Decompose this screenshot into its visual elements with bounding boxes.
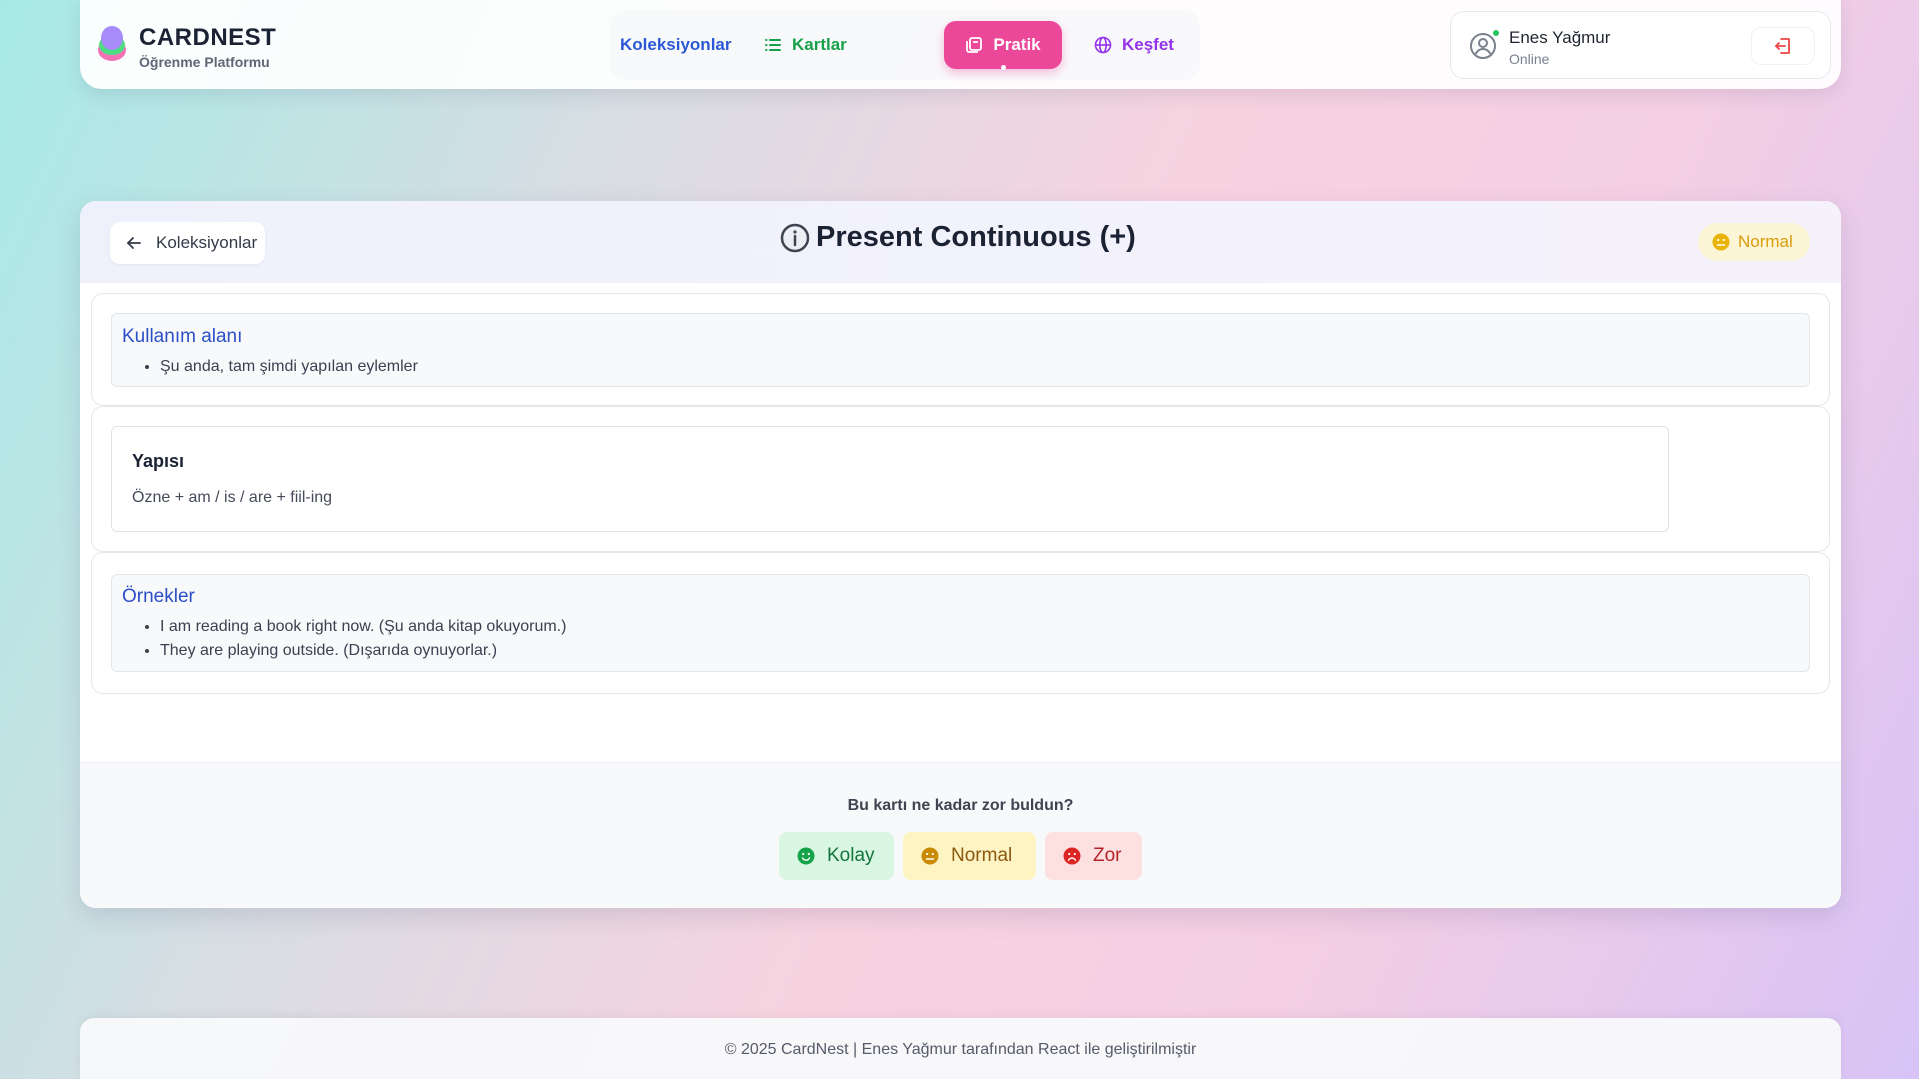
usage-heading: Kullanım alanı bbox=[122, 326, 243, 347]
logout-button[interactable] bbox=[1751, 27, 1815, 65]
difficulty-badge: Normal bbox=[1698, 223, 1810, 261]
top-header: CARDNEST Öğrenme Platformu Koleksiyonlar… bbox=[80, 0, 1841, 89]
difficulty-badge-label: Normal bbox=[1738, 232, 1793, 251]
rating-area: Bu kartı ne kadar zor buldun? Kolay Norm… bbox=[80, 762, 1841, 908]
logout-icon bbox=[1775, 38, 1790, 54]
examples-list: I am reading a book right now. (Şu anda … bbox=[160, 615, 566, 663]
brand-subtitle: Öğrenme Platformu bbox=[139, 54, 270, 70]
arrow-left-icon bbox=[127, 237, 141, 249]
user-status: Online bbox=[1509, 51, 1550, 67]
usage-section: Kullanım alanı Şu anda, tam şimdi yapıla… bbox=[91, 293, 1830, 406]
list-item: Şu anda, tam şimdi yapılan eylemler bbox=[160, 355, 418, 379]
footer-text: © 2025 CardNest | Enes Yağmur tarafından… bbox=[724, 1041, 1197, 1058]
nav-practice-label: Pratik bbox=[993, 35, 1041, 54]
nav-collections-label: Koleksiyonlar bbox=[620, 35, 732, 54]
online-indicator bbox=[1491, 28, 1501, 38]
list-item: I am reading a book right now. (Şu anda … bbox=[160, 615, 566, 639]
frown-icon bbox=[1063, 847, 1081, 865]
nav-practice[interactable]: Pratik bbox=[944, 21, 1062, 70]
examples-section: Örnekler I am reading a book right now. … bbox=[91, 552, 1830, 694]
back-button[interactable]: Koleksiyonlar bbox=[110, 222, 265, 264]
rate-easy-label: Kolay bbox=[827, 845, 875, 866]
structure-formula: Özne + am / is / are + fiil-ing bbox=[132, 489, 333, 506]
logo-icon bbox=[98, 26, 126, 61]
list-icon bbox=[765, 39, 781, 51]
rate-hard-label: Zor bbox=[1093, 845, 1122, 866]
examples-box: Örnekler I am reading a book right now. … bbox=[111, 574, 1810, 672]
rating-question: Bu kartı ne kadar zor buldun? bbox=[847, 797, 1074, 814]
list-item: They are playing outside. (Dışarıda oynu… bbox=[160, 639, 566, 663]
card-title: Present Continuous (+) bbox=[780, 221, 1136, 254]
info-icon bbox=[780, 223, 810, 252]
rate-hard-button[interactable]: Zor bbox=[1045, 832, 1142, 880]
flashcard: Koleksiyonlar Present Continuous (+) Nor… bbox=[80, 201, 1841, 908]
structure-box: Yapısı Özne + am / is / are + fiil-ing bbox=[111, 426, 1669, 532]
rate-easy-button[interactable]: Kolay bbox=[779, 832, 894, 880]
card-header: Koleksiyonlar Present Continuous (+) Nor… bbox=[80, 201, 1841, 283]
nav-collections[interactable]: Koleksiyonlar bbox=[610, 21, 750, 69]
examples-heading: Örnekler bbox=[122, 586, 195, 607]
card-title-text: Present Continuous (+) bbox=[816, 221, 1136, 253]
brand-title: CARDNEST bbox=[139, 24, 277, 51]
cards-icon bbox=[966, 37, 983, 53]
nav-cards[interactable]: Kartlar bbox=[746, 21, 865, 69]
rate-normal-button[interactable]: Normal bbox=[903, 832, 1036, 880]
back-button-label: Koleksiyonlar bbox=[156, 233, 258, 252]
nav-discover-label: Keşfet bbox=[1122, 35, 1174, 54]
structure-section: Yapısı Özne + am / is / are + fiil-ing bbox=[91, 406, 1830, 552]
usage-list: Şu anda, tam şimdi yapılan eylemler bbox=[160, 355, 418, 379]
neutral-face-icon bbox=[921, 847, 939, 865]
neutral-face-icon bbox=[1712, 233, 1730, 251]
main-nav: Koleksiyonlar Kartlar Pratik Keşfet bbox=[610, 10, 1200, 80]
user-panel: Enes Yağmur Online bbox=[1450, 11, 1831, 79]
nav-cards-label: Kartlar bbox=[792, 35, 847, 54]
nav-discover[interactable]: Keşfet bbox=[1076, 21, 1192, 69]
structure-heading: Yapısı bbox=[132, 451, 185, 471]
user-name: Enes Yağmur bbox=[1509, 28, 1611, 47]
usage-box: Kullanım alanı Şu anda, tam şimdi yapıla… bbox=[111, 313, 1810, 387]
globe-icon bbox=[1094, 36, 1112, 54]
page-footer: © 2025 CardNest | Enes Yağmur tarafından… bbox=[80, 1018, 1841, 1079]
rate-normal-label: Normal bbox=[951, 845, 1013, 866]
smile-icon bbox=[797, 847, 815, 865]
